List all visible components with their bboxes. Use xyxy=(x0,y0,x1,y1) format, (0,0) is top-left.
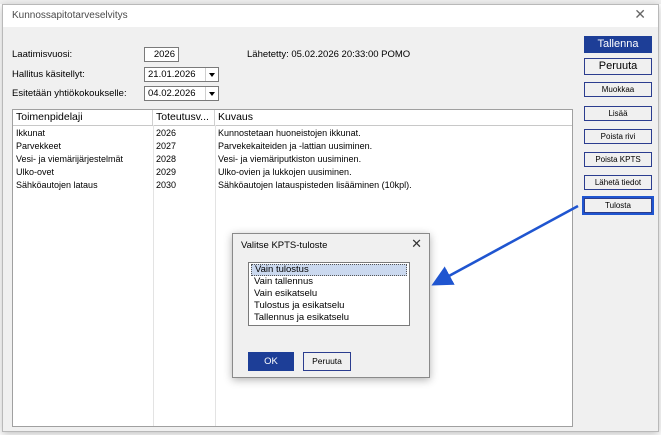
arrow-line xyxy=(431,204,579,286)
annotation-arrow xyxy=(431,204,579,286)
